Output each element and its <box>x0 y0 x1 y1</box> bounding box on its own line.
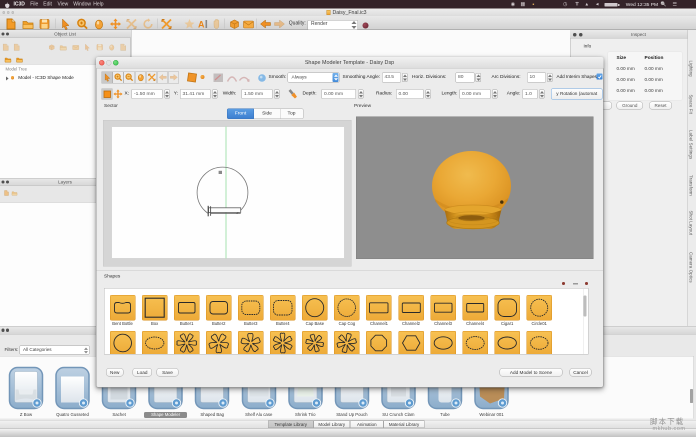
svg-text:A: A <box>198 19 205 29</box>
